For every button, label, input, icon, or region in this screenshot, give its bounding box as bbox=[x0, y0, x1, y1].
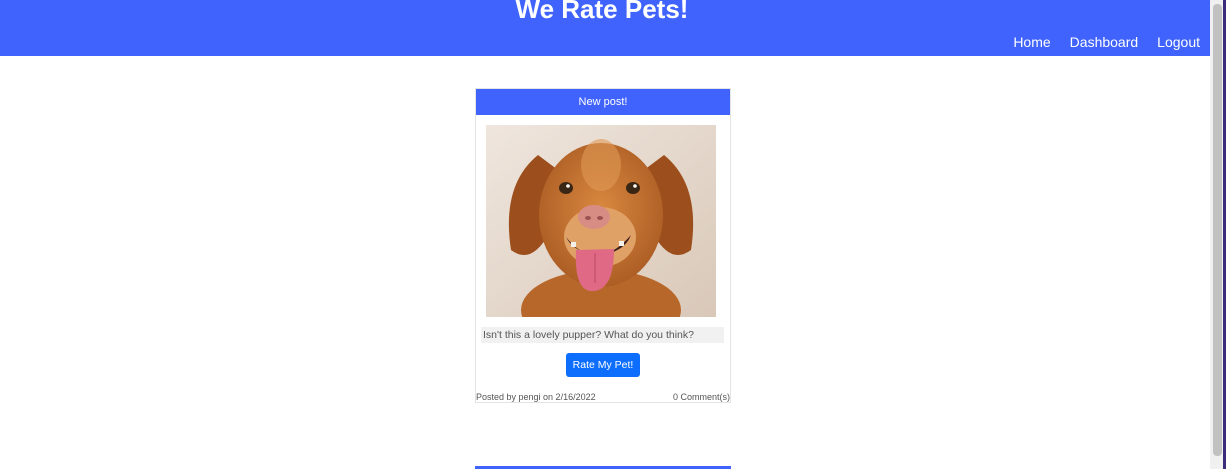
page: We Rate Pets! Home Dashboard Logout New … bbox=[0, 0, 1226, 469]
post-card: New post! Isn't this a lovely pupper? Wh… bbox=[475, 88, 731, 403]
scrollbar-thumb[interactable] bbox=[1213, 4, 1222, 456]
site-header: We Rate Pets! Home Dashboard Logout bbox=[0, 0, 1210, 56]
post-footer: Posted by pengi on 2/16/2022 0 Comment(s… bbox=[476, 391, 730, 403]
post-card-header: New post! bbox=[476, 89, 730, 115]
nav-logout-link[interactable]: Logout bbox=[1157, 32, 1200, 52]
main-nav: Home Dashboard Logout bbox=[1013, 32, 1200, 52]
pet-photo bbox=[486, 125, 716, 317]
rate-my-pet-button[interactable]: Rate My Pet! bbox=[566, 353, 640, 377]
nav-dashboard-link[interactable]: Dashboard bbox=[1070, 32, 1139, 52]
posted-by-text: Posted by pengi on 2/16/2022 bbox=[476, 392, 596, 402]
comments-count[interactable]: 0 Comment(s) bbox=[673, 391, 730, 403]
nav-home-link[interactable]: Home bbox=[1013, 32, 1050, 52]
site-title: We Rate Pets! bbox=[515, 0, 689, 24]
dog-image bbox=[486, 125, 716, 317]
post-caption: Isn't this a lovely pupper? What do you … bbox=[481, 327, 724, 343]
vertical-scrollbar[interactable] bbox=[1210, 0, 1226, 469]
